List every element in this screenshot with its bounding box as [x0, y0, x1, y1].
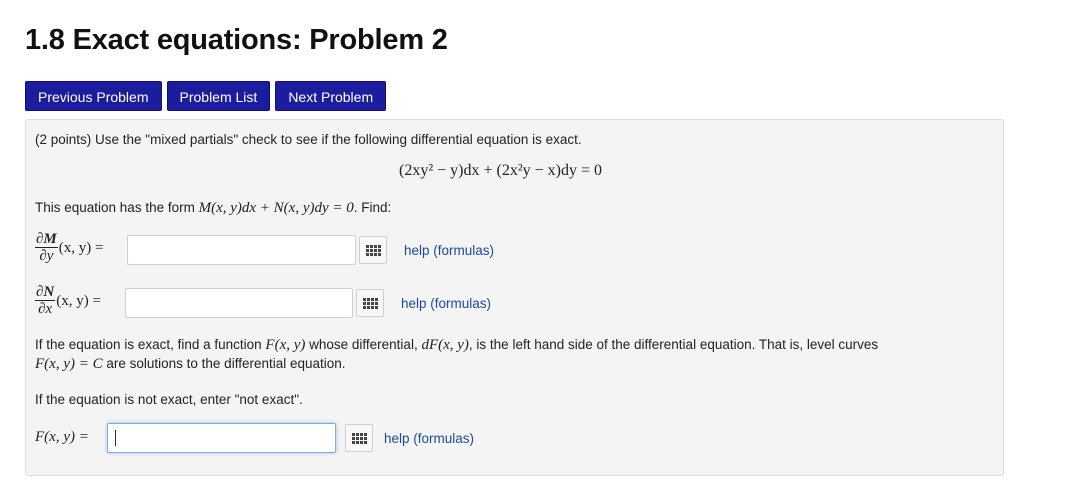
partial-N-fraction: ∂N ∂x — [35, 284, 56, 318]
math-level-curves: F(x, y) = C — [35, 356, 103, 372]
page-title: 1.8 Exact equations: Problem 2 — [25, 24, 448, 56]
equation-palette-button[interactable] — [359, 236, 387, 264]
differential-equation: (2xy² − y)dx + (2x²y − x)dy = 0 — [399, 162, 602, 179]
form-suffix: . Find: — [353, 200, 392, 215]
text-cursor — [115, 430, 116, 446]
partial-N-args: (x, y) = — [56, 292, 101, 309]
partial-M-args: (x, y) = — [58, 239, 104, 256]
partial-M-label: ∂M ∂y (x, y) = — [35, 231, 103, 265]
problem-panel: (2 points) Use the "mixed partials" chec… — [25, 119, 1004, 476]
partial-N-denominator: ∂x — [38, 301, 53, 317]
equation-palette-icon — [351, 432, 367, 444]
problem-list-button[interactable]: Problem List — [166, 81, 271, 111]
F-answer-label: F(x, y) = — [35, 429, 89, 445]
partial-N-answer-input[interactable] — [125, 288, 353, 318]
equation-palette-icon — [365, 244, 381, 256]
problem-nav: Previous Problem Problem List Next Probl… — [25, 81, 387, 111]
math-dF: dF(x, y) — [421, 337, 469, 353]
partial-M-denominator: ∂y — [39, 248, 54, 264]
exact-text: are solutions to the differential equati… — [102, 356, 346, 371]
partial-M-numerator: ∂M — [35, 231, 58, 248]
partial-M-answer-input[interactable] — [127, 235, 356, 265]
partial-N-numerator: ∂N — [35, 284, 56, 301]
help-formulas-link[interactable]: help (formulas) — [404, 243, 494, 258]
next-problem-button[interactable]: Next Problem — [275, 81, 387, 111]
form-math: M(x, y)dx + N(x, y)dy = 0 — [198, 200, 354, 216]
equation-palette-button[interactable] — [345, 424, 373, 452]
help-formulas-link[interactable]: help (formulas) — [401, 296, 491, 311]
problem-intro: (2 points) Use the "mixed partials" chec… — [35, 132, 582, 147]
equation-palette-button[interactable] — [356, 289, 384, 317]
exact-instructions-line1: If the equation is exact, find a functio… — [35, 337, 878, 354]
exact-text: whose differential, — [305, 337, 422, 352]
F-answer-input[interactable] — [107, 423, 336, 453]
equation-palette-icon — [362, 297, 378, 309]
form-sentence: This equation has the form M(x, y)dx + N… — [35, 200, 391, 217]
form-prefix: This equation has the form — [35, 200, 199, 215]
help-formulas-link[interactable]: help (formulas) — [384, 431, 474, 446]
not-exact-instructions: If the equation is not exact, enter "not… — [35, 392, 303, 407]
exact-text: If the equation is exact, find a functio… — [35, 337, 266, 352]
partial-M-fraction: ∂M ∂y — [35, 231, 58, 265]
exact-text: , is the left hand side of the different… — [468, 337, 879, 352]
exact-instructions-line2: F(x, y) = C are solutions to the differe… — [35, 356, 346, 373]
math-F: F(x, y) — [265, 337, 306, 353]
partial-N-label: ∂N ∂x (x, y) = — [35, 284, 101, 318]
previous-problem-button[interactable]: Previous Problem — [25, 81, 162, 111]
